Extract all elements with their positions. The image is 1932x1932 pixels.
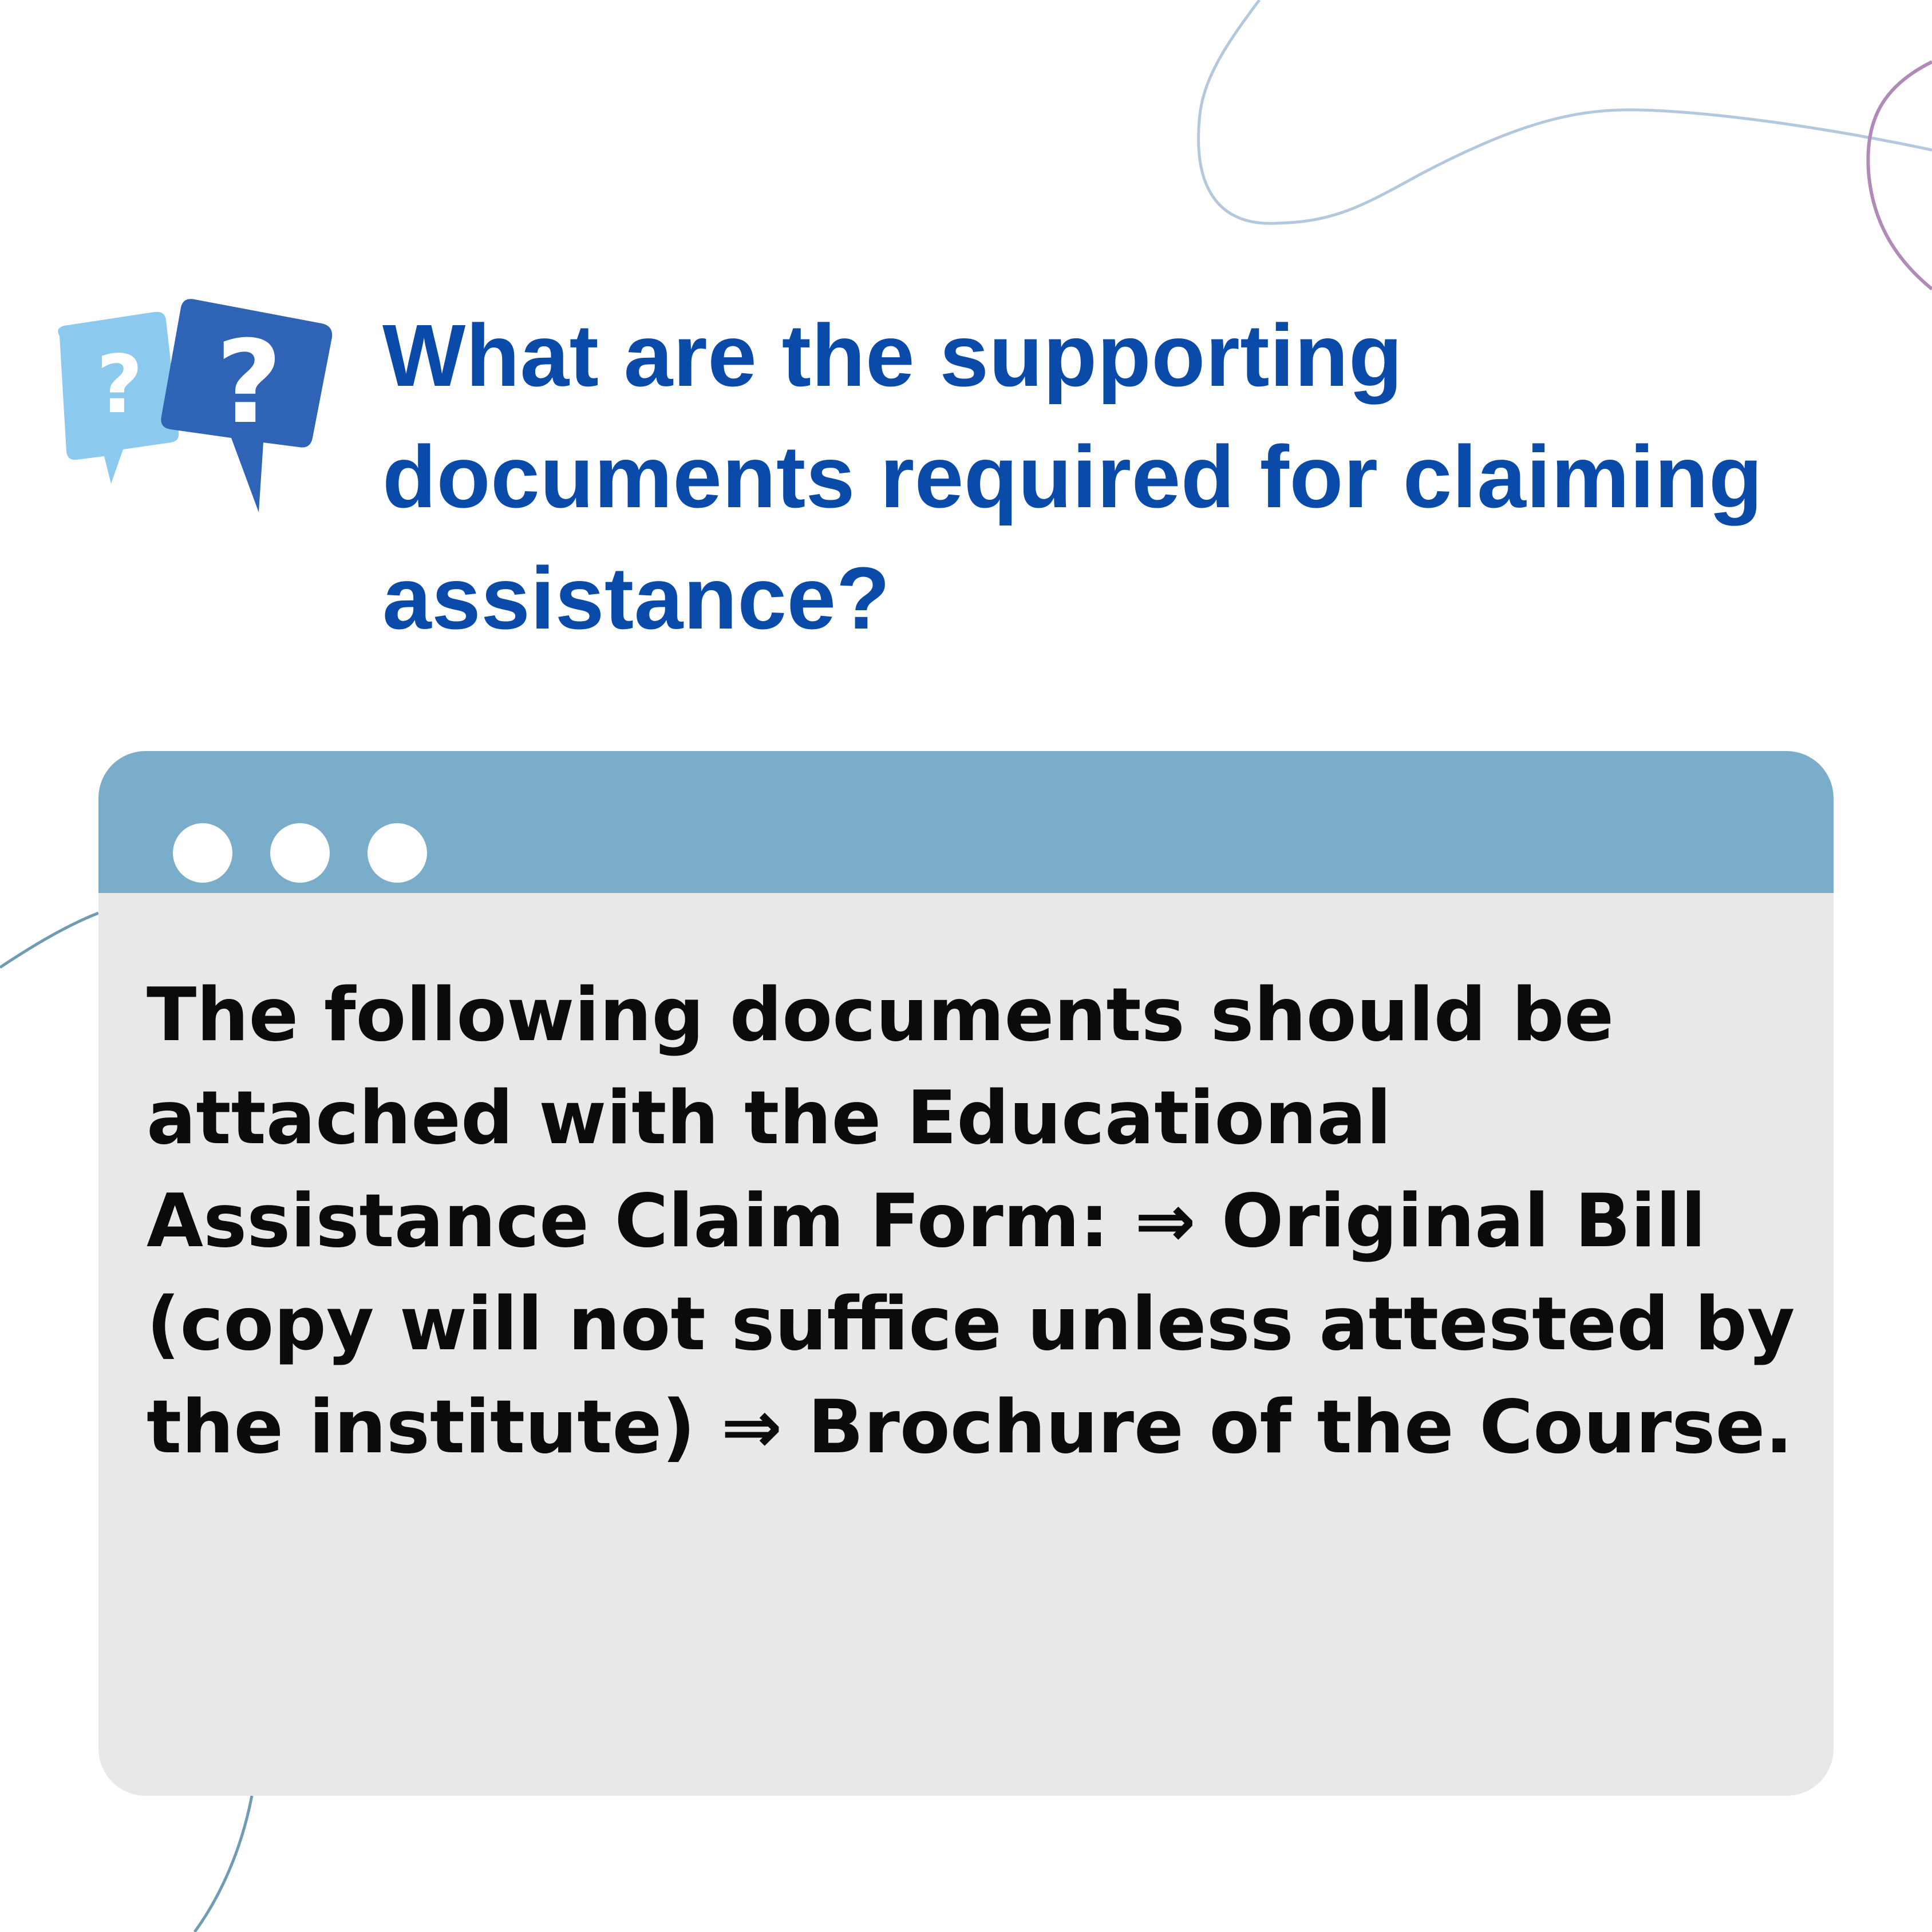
bottom-curve — [193, 1795, 254, 1932]
top-right-curve — [1866, 60, 1932, 291]
window-title-bar — [98, 751, 1834, 893]
window-dot — [368, 823, 427, 883]
left-curve — [0, 911, 99, 969]
large-question-mark: ? — [216, 316, 282, 449]
answer-text: The following documents should be attach… — [147, 973, 1795, 1470]
question-heading: What are the supporting documents requir… — [382, 306, 1763, 647]
window-dot — [270, 823, 330, 883]
question-bubbles-icon: ? ? — [58, 299, 333, 512]
window-dot — [173, 823, 232, 883]
small-question-mark: ? — [96, 338, 143, 432]
top-curve — [1197, 0, 1932, 225]
browser-window-card: The following documents should be attach… — [98, 751, 1834, 1796]
